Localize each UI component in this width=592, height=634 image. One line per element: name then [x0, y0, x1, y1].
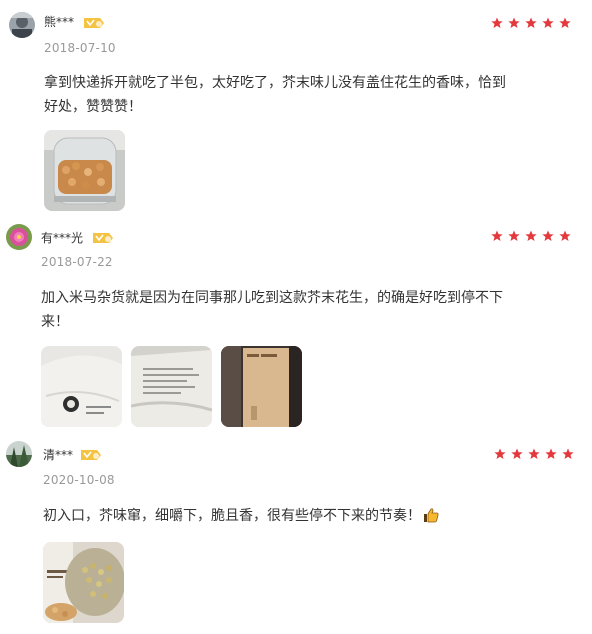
- avatar[interactable]: [9, 12, 35, 38]
- review-list: 熊*** 2018-07-10 拿到快递拆开就吃了半包，太好吃了，芥末味儿没有盖…: [0, 0, 592, 634]
- review-photo[interactable]: [41, 346, 122, 427]
- review-photo[interactable]: [221, 346, 302, 427]
- review-photo[interactable]: [44, 130, 125, 211]
- star-icon: [528, 448, 540, 459]
- star-icon: [559, 230, 571, 241]
- rating-stars: [491, 230, 571, 242]
- star-icon: [525, 17, 537, 28]
- username[interactable]: 熊***: [44, 15, 74, 29]
- review-text-line: 好处，赞赞赞！: [44, 99, 142, 115]
- vip-badge-icon: [82, 15, 106, 31]
- review-date: 2018-07-10: [44, 41, 116, 55]
- rating-stars: [494, 448, 574, 460]
- review-text: 加入米马杂货就是因为在同事那儿吃到这款芥末花生，的确是好吃到停不下 来！: [41, 286, 576, 334]
- review-text-line: 拿到快递拆开就吃了半包，太好吃了，芥末味儿没有盖住花生的香味，恰到: [44, 75, 506, 91]
- star-icon: [491, 17, 503, 28]
- review-item: 熊*** 2018-07-10 拿到快递拆开就吃了半包，太好吃了，芥末味儿没有盖…: [0, 0, 592, 220]
- star-icon: [562, 448, 574, 459]
- star-icon: [508, 230, 520, 241]
- star-icon: [542, 230, 554, 241]
- review-text: 初入口，芥味窜，细嚼下，脆且香，很有些停不下来的节奏！: [43, 504, 578, 531]
- review-date: 2018-07-22: [41, 255, 113, 269]
- review-text-line: 初入口，芥味窜，细嚼下，脆且香，很有些停不下来的节奏！: [43, 508, 421, 524]
- star-icon: [525, 230, 537, 241]
- review-text-line: 来！: [41, 314, 69, 330]
- star-icon: [491, 230, 503, 241]
- review-text-line: 加入米马杂货就是因为在同事那儿吃到这款芥末花生，的确是好吃到停不下: [41, 290, 503, 306]
- review-date: 2020-10-08: [43, 473, 115, 487]
- vip-badge-icon: [79, 447, 103, 463]
- review-item: 清*** 2020-10-08 初入口，芥味窜，细嚼下，脆且香，很有些停不下来的…: [0, 430, 592, 634]
- review-text: 拿到快递拆开就吃了半包，太好吃了，芥末味儿没有盖住花生的香味，恰到 好处，赞赞赞…: [44, 71, 574, 119]
- star-icon: [559, 17, 571, 28]
- star-icon: [494, 448, 506, 459]
- thumbs-up-icon: [423, 507, 439, 531]
- review-photo[interactable]: [131, 346, 212, 427]
- star-icon: [508, 17, 520, 28]
- rating-stars: [491, 17, 571, 29]
- vip-badge-icon: [91, 230, 115, 246]
- star-icon: [542, 17, 554, 28]
- username[interactable]: 清***: [43, 448, 73, 462]
- username[interactable]: 有***光: [41, 231, 83, 245]
- review-item: 有***光 2018-07-22 加入米马杂货就是因为在同事那儿吃到这款芥末花生…: [0, 220, 592, 430]
- star-icon: [545, 448, 557, 459]
- avatar[interactable]: [6, 224, 32, 250]
- avatar[interactable]: [6, 441, 32, 467]
- star-icon: [511, 448, 523, 459]
- review-photo[interactable]: [43, 542, 124, 623]
